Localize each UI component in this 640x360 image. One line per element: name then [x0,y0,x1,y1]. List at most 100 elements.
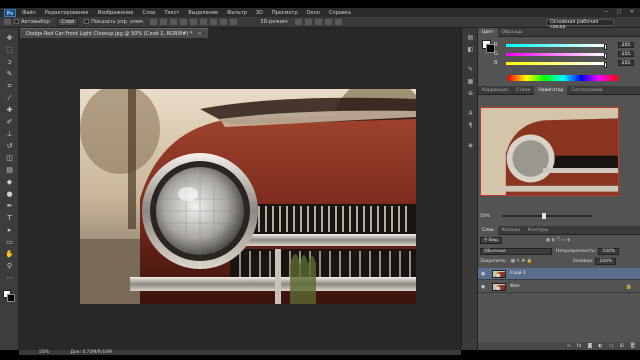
channel-value-field[interactable]: 255 [618,51,634,57]
stamp-tool-icon[interactable]: ⊥ [4,130,15,139]
menu-item[interactable]: 3D [256,10,263,16]
visibility-eye-icon[interactable]: ◉ [481,268,489,280]
fill-field[interactable]: 100% [595,257,617,265]
channel-value-field[interactable]: 255 [618,60,634,66]
new-group-icon[interactable]: ▭ [609,343,614,349]
tab-layers[interactable]: Слои [478,225,498,235]
marquee-tool-icon[interactable]: ⬚ [4,46,15,55]
link-layers-icon[interactable]: ∞ [567,343,571,349]
roll-3d-icon[interactable] [304,19,312,25]
channel-slider-knob[interactable] [604,44,607,50]
layer-style-icon[interactable]: fx [577,343,582,349]
dodge-tool-icon[interactable]: ● [4,190,15,199]
menu-item[interactable]: Изображение [97,10,133,16]
scale-3d-icon[interactable] [334,19,342,25]
close-button[interactable]: ✕ [628,9,636,15]
document-tab-close-icon[interactable]: × [197,31,201,37]
align-left-icon[interactable] [180,19,188,25]
tab-navigator-group[interactable]: Навигатор [534,85,568,95]
path-select-tool-icon[interactable]: ▸ [4,226,15,235]
move-tool-icon[interactable]: ✥ [4,34,15,43]
document-tab[interactable]: Dodge Red Car Front Light Closeup.jpg @ … [20,28,208,38]
navigator-zoom-slider[interactable] [502,213,593,219]
brush-tool-icon[interactable]: ✐ [4,118,15,127]
document-canvas[interactable] [80,89,416,304]
color-spectrum-bar[interactable] [508,75,618,81]
channel-slider[interactable] [506,62,607,68]
channel-value-field[interactable]: 255 [618,42,634,48]
menu-item[interactable]: Окно [307,10,320,16]
distribute-3-icon[interactable] [230,19,238,25]
layer-row[interactable]: ◉ Слой 1 [478,268,640,280]
hand-tool-icon[interactable]: ✋ [4,250,15,259]
align-bottom-icon[interactable] [170,19,178,25]
filter-icons[interactable]: ▣ ◐ T ▭ ◈ [546,238,570,243]
clone-source-icon[interactable]: ⊕ [466,90,475,98]
align-right-icon[interactable] [200,19,208,25]
blur-tool-icon[interactable]: ◆ [4,178,15,187]
character-panel-icon[interactable]: A [466,110,475,118]
layer-mask-icon[interactable]: ◙ [587,343,592,349]
align-middle-icon[interactable] [160,19,168,25]
crop-tool-icon[interactable]: ⌗ [4,82,15,91]
opacity-field[interactable]: 100% [598,247,620,255]
quick-select-tool-icon[interactable]: ✎ [4,70,15,79]
maximize-button[interactable]: □ [615,9,623,15]
navigator-zoom-value[interactable]: 50% [480,214,490,219]
menu-item[interactable]: Выделение [188,10,218,16]
tab-paths[interactable]: Контуры [524,226,553,235]
zoom-tool-icon[interactable]: ⚲ [4,262,15,271]
tab-swatches[interactable]: Образцы [498,28,527,37]
channel-slider-knob[interactable] [604,53,607,59]
lasso-tool-icon[interactable]: ↄ [4,58,15,67]
autoselect-dropdown[interactable]: Слой [57,18,79,26]
healing-tool-icon[interactable]: ✚ [4,106,15,115]
move-tool-preset-icon[interactable] [4,19,11,25]
new-layer-icon[interactable]: ⊞ [619,343,623,349]
distribute-2-icon[interactable] [220,19,228,25]
menu-item[interactable]: Просмотр [272,10,298,16]
minimize-button[interactable]: — [602,9,610,15]
menu-item[interactable]: Текст [164,10,179,16]
layer-row[interactable]: ◉ Фон 🔒 [478,281,640,293]
navigator-thumbnail[interactable] [480,107,619,196]
align-top-icon[interactable] [150,19,158,25]
eraser-tool-icon[interactable]: ◫ [4,154,15,163]
tool-presets-icon[interactable]: ◈ [466,142,475,150]
drag-3d-icon[interactable] [314,19,322,25]
visibility-eye-icon[interactable]: ◉ [481,281,489,293]
tab-channels[interactable]: Каналы [498,226,524,235]
eyedropper-tool-icon[interactable]: ⁄ [4,94,15,103]
extras-icon[interactable]: ⋯ [4,274,15,283]
channel-slider[interactable] [506,44,607,50]
show-transform-checkbox[interactable]: Показать упр. элем. [84,19,144,25]
type-tool-icon[interactable]: T [4,214,15,223]
shape-tool-icon[interactable]: ▭ [4,238,15,247]
menu-item[interactable]: Редактирование [45,10,89,16]
history-brush-tool-icon[interactable]: ↺ [4,142,15,151]
autoselect-checkbox[interactable]: Автовыбор: [14,19,51,25]
properties-panel-icon[interactable]: ◧ [466,46,475,54]
workspace-dropdown[interactable]: Основная рабочая среда [546,19,614,30]
tab-navigator-group[interactable]: Стили [512,86,535,95]
pen-tool-icon[interactable]: ✒ [4,202,15,211]
blend-mode-dropdown[interactable]: Обычные [480,247,552,255]
menu-item[interactable]: Фильтр [227,10,247,16]
tab-color[interactable]: Цвет [478,27,498,37]
tab-navigator-group[interactable]: Гистограмма [567,86,606,95]
channel-slider[interactable] [506,53,607,59]
delete-layer-icon[interactable]: 🗑 [630,343,636,349]
menu-item[interactable]: Справка [329,10,351,16]
channel-slider-knob[interactable] [604,62,607,68]
menu-item[interactable]: Слои [142,10,155,16]
gradient-tool-icon[interactable]: ▤ [4,166,15,175]
align-center-icon[interactable] [190,19,198,25]
adjustment-layer-icon[interactable]: ◐ [598,343,602,349]
menu-item[interactable]: Файл [22,10,36,16]
background-color-icon[interactable] [7,294,15,302]
brush-presets-icon[interactable]: ▦ [466,78,475,86]
distribute-icon[interactable] [210,19,218,25]
lock-icons[interactable]: ▩ ✎ ✥ 🔒 [511,259,533,264]
rotate-3d-icon[interactable] [294,19,302,25]
slide-3d-icon[interactable] [324,19,332,25]
